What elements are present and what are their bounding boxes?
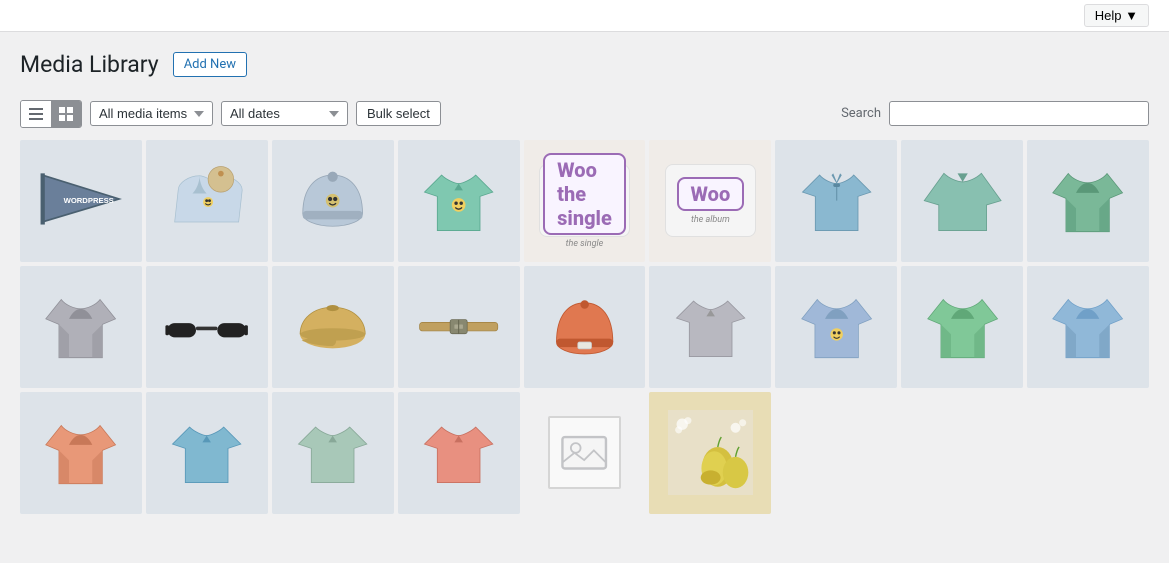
help-button[interactable]: Help ▼ — [1084, 4, 1149, 27]
media-item[interactable] — [398, 140, 520, 262]
media-item[interactable] — [524, 392, 646, 514]
placeholder-icon — [548, 416, 621, 489]
media-grid-container: WORDPRESS — [0, 140, 1169, 534]
media-item[interactable] — [649, 266, 771, 388]
svg-text:WORDPRESS: WORDPRESS — [64, 196, 114, 205]
media-item[interactable] — [901, 140, 1023, 262]
media-item[interactable] — [524, 266, 646, 388]
woo-album-subtitle: the album — [691, 215, 730, 225]
grid-view-button[interactable] — [51, 101, 81, 127]
list-view-button[interactable] — [21, 101, 51, 127]
woo-single-subtitle: the single — [566, 239, 604, 249]
media-item[interactable] — [146, 266, 268, 388]
page-header: Media Library Add New — [0, 32, 1169, 94]
add-new-button[interactable]: Add New — [173, 52, 247, 77]
date-filter-select[interactable]: All dates January 2024 December 2023 — [221, 101, 348, 126]
toolbar: All media items Images Audio Video Docum… — [0, 94, 1169, 140]
media-item[interactable] — [649, 392, 771, 514]
media-item[interactable] — [775, 140, 897, 262]
media-item[interactable] — [901, 266, 1023, 388]
media-item[interactable]: Woo the single the single — [524, 140, 646, 262]
media-item[interactable] — [1027, 266, 1149, 388]
media-item[interactable] — [20, 392, 142, 514]
media-item[interactable] — [20, 266, 142, 388]
search-input[interactable] — [889, 101, 1149, 126]
media-item[interactable] — [146, 392, 268, 514]
media-item[interactable] — [272, 140, 394, 262]
grid-icon — [58, 106, 74, 122]
media-item[interactable]: Woo the album — [649, 140, 771, 262]
woo-single-text: Woo the single — [543, 153, 626, 235]
view-toggle — [20, 100, 82, 128]
woo-album-text: Woo — [677, 177, 745, 211]
media-item[interactable] — [398, 392, 520, 514]
search-area: Search — [841, 101, 1149, 126]
media-item[interactable] — [1027, 140, 1149, 262]
media-item[interactable] — [272, 266, 394, 388]
search-label: Search — [841, 106, 881, 121]
media-item[interactable] — [146, 140, 268, 262]
media-item[interactable]: WORDPRESS — [20, 140, 142, 262]
top-bar: Help ▼ — [0, 0, 1169, 32]
media-item[interactable] — [775, 266, 897, 388]
media-item[interactable] — [398, 266, 520, 388]
page-title: Media Library — [20, 50, 159, 80]
list-icon — [28, 106, 44, 122]
media-filter-select[interactable]: All media items Images Audio Video Docum… — [90, 101, 213, 126]
bulk-select-button[interactable]: Bulk select — [356, 101, 441, 126]
media-item[interactable] — [272, 392, 394, 514]
media-grid: WORDPRESS — [20, 140, 1149, 514]
